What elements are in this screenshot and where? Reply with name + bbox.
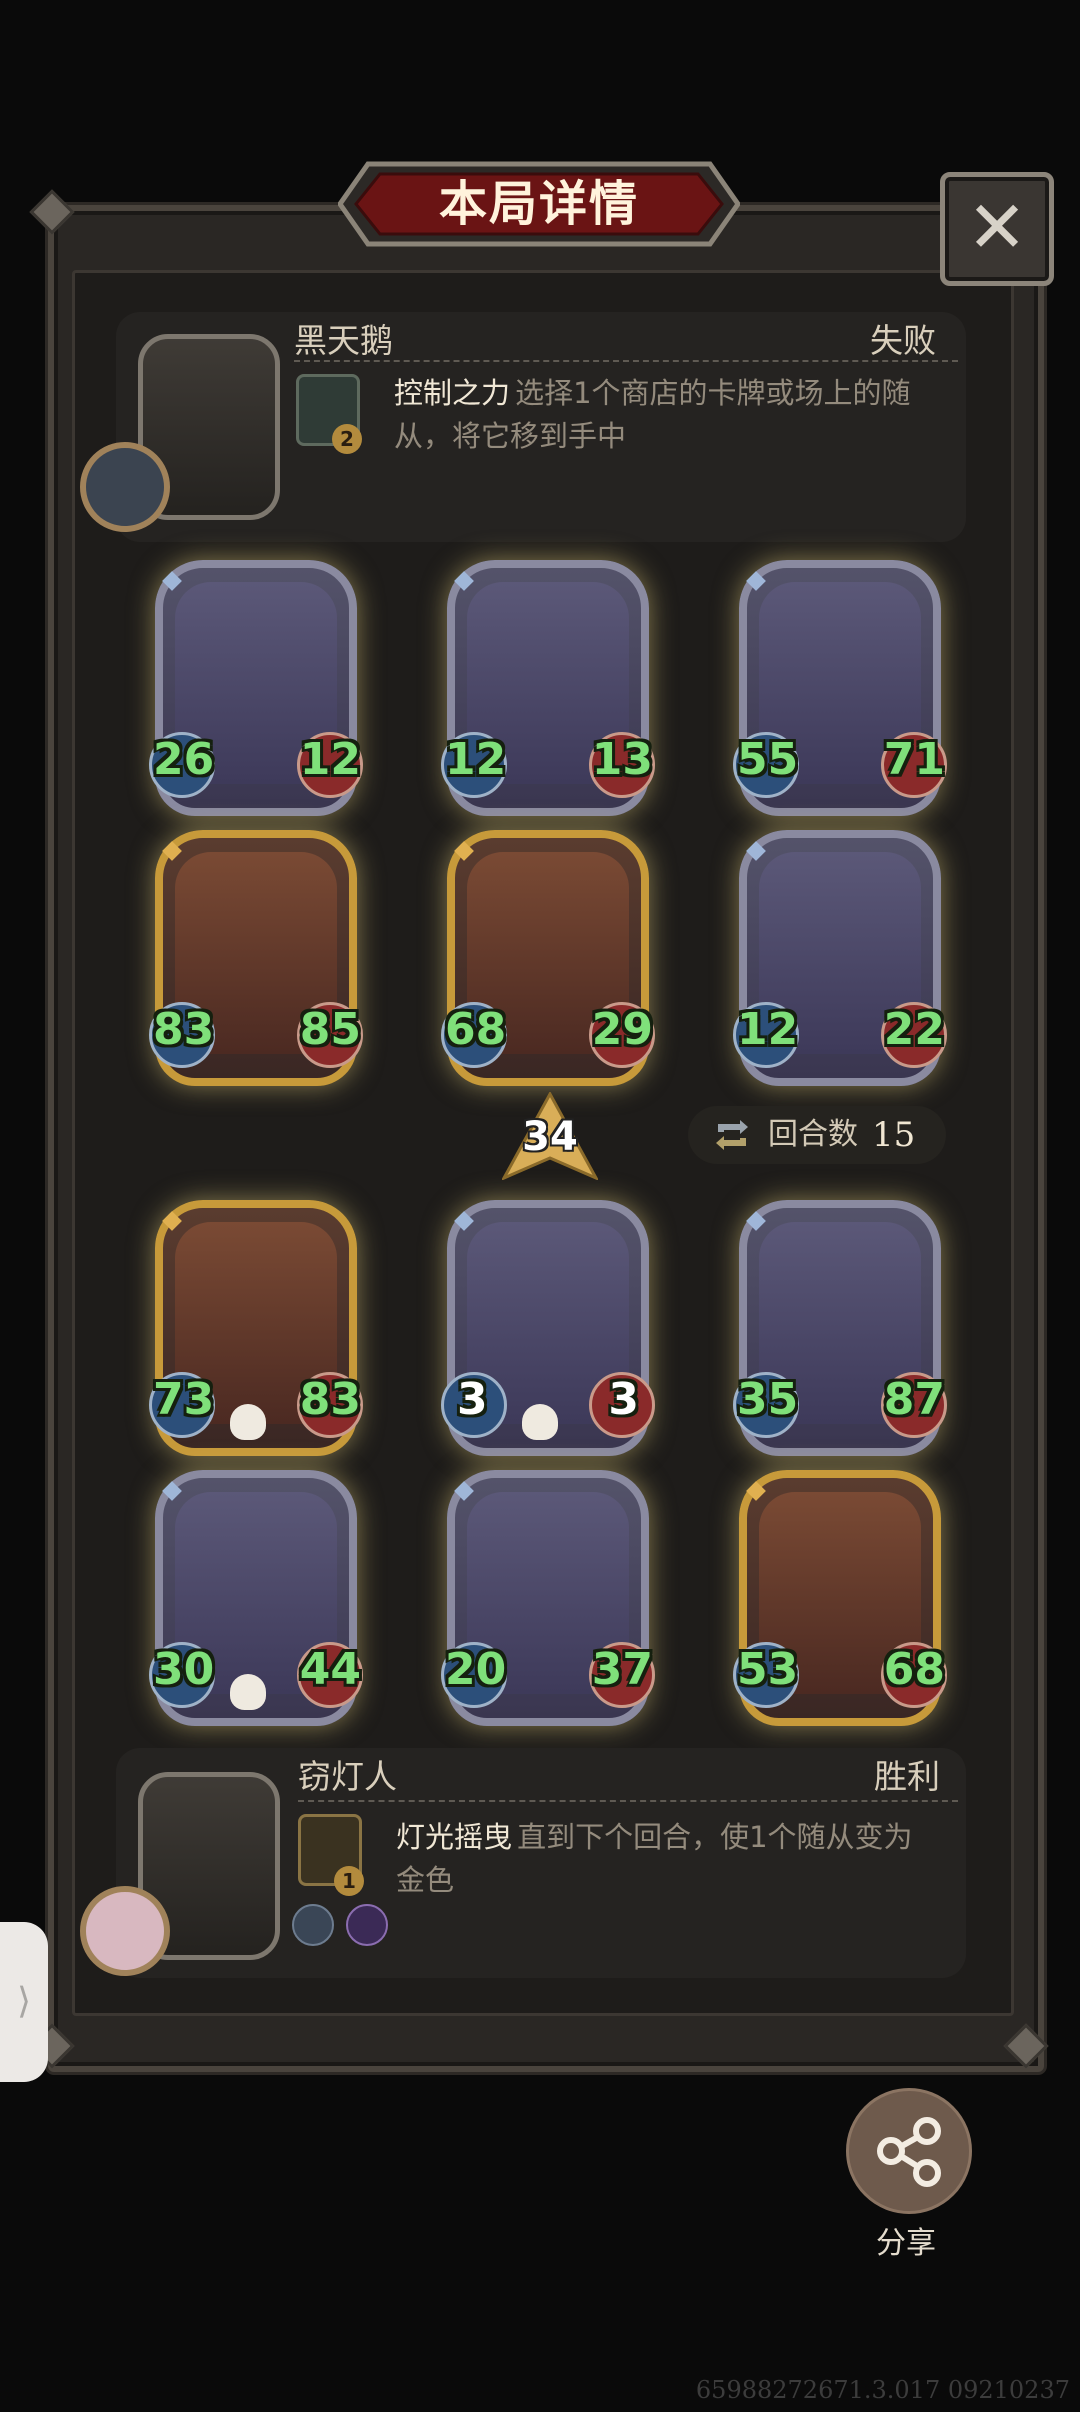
minion-attack: 53 bbox=[737, 1644, 799, 1695]
minion-card[interactable]: 55 71 bbox=[733, 560, 947, 816]
player-result: 胜利 bbox=[874, 1757, 940, 1796]
minion-health: 12 bbox=[299, 734, 361, 785]
minion-card[interactable]: 12 13 bbox=[441, 560, 655, 816]
rounds-value: 15 bbox=[872, 1115, 916, 1155]
page-title: 本局详情 bbox=[438, 176, 639, 232]
side-drawer-handle[interactable]: ⟩ bbox=[0, 1922, 48, 2082]
minion-health: 87 bbox=[883, 1374, 945, 1425]
share-button[interactable] bbox=[846, 2088, 972, 2214]
watermark-id: 65988272671.3.017 09210237 bbox=[695, 2376, 1070, 2404]
deathrattle-skull-icon bbox=[230, 1404, 266, 1440]
share-label: 分享 bbox=[876, 2226, 936, 2261]
minion-health: 37 bbox=[591, 1644, 653, 1695]
chevron-right-icon: ⟩ bbox=[16, 1981, 32, 2022]
share-icon bbox=[877, 2117, 941, 2187]
divider bbox=[298, 1800, 958, 1802]
minion-card[interactable]: 83 85 bbox=[149, 830, 363, 1086]
minion-card[interactable]: 53 68 bbox=[733, 1470, 947, 1726]
minion-health: 83 bbox=[299, 1374, 361, 1425]
minion-attack: 12 bbox=[445, 734, 507, 785]
player-name: 窃灯人 bbox=[298, 1757, 397, 1796]
sword-buff-icon bbox=[292, 1904, 334, 1946]
deathrattle-skull-icon bbox=[230, 1674, 266, 1710]
divider bbox=[294, 360, 958, 362]
title-plaque: 本局详情 bbox=[338, 160, 740, 248]
minion-attack: 73 bbox=[153, 1374, 215, 1425]
minion-attack: 20 bbox=[445, 1644, 507, 1695]
minion-card[interactable]: 33 bbox=[441, 1200, 655, 1456]
hero-power-text: 控制之力 选择1个商店的卡牌或场上的随从，将它移到手中 bbox=[394, 374, 934, 460]
minion-health: 22 bbox=[883, 1004, 945, 1055]
minion-attack: 30 bbox=[153, 1644, 215, 1695]
hero-power-name: 控制之力 bbox=[394, 376, 511, 410]
minion-health: 29 bbox=[591, 1004, 653, 1055]
minion-attack: 3 bbox=[457, 1374, 488, 1425]
tavern-tier-badge: 34 bbox=[500, 1090, 600, 1182]
pig-pocket-watch-icon bbox=[80, 1886, 170, 1976]
gear-buff-icon bbox=[346, 1904, 388, 1946]
tier-value: 34 bbox=[522, 1114, 578, 1160]
minion-health: 13 bbox=[591, 734, 653, 785]
rounds-label: 回合数 bbox=[768, 1117, 858, 1152]
minion-attack: 68 bbox=[445, 1004, 507, 1055]
pocket-watch-icon bbox=[80, 442, 170, 532]
minion-card[interactable]: 35 87 bbox=[733, 1200, 947, 1456]
minion-attack: 26 bbox=[153, 734, 215, 785]
minion-card[interactable]: 20 37 bbox=[441, 1470, 655, 1726]
hero-power-cost: 2 bbox=[332, 424, 362, 454]
close-button[interactable]: ✕ bbox=[940, 172, 1054, 286]
hero-power-text: 灯光摇曳 直到下个回合，使1个随从变为金色 bbox=[396, 1818, 936, 1904]
minion-attack: 55 bbox=[737, 734, 799, 785]
deathrattle-skull-icon bbox=[522, 1404, 558, 1440]
minion-card[interactable]: 12 22 bbox=[733, 830, 947, 1086]
rounds-cycle-icon bbox=[716, 1120, 748, 1150]
minion-health: 68 bbox=[883, 1644, 945, 1695]
minion-health: 85 bbox=[299, 1004, 361, 1055]
minion-attack: 35 bbox=[737, 1374, 799, 1425]
minion-card[interactable]: 73 83 bbox=[149, 1200, 363, 1456]
hero-power-name: 灯光摇曳 bbox=[396, 1820, 513, 1854]
minion-health: 3 bbox=[608, 1374, 639, 1425]
minion-health: 71 bbox=[883, 734, 945, 785]
minion-card[interactable]: 68 29 bbox=[441, 830, 655, 1086]
rounds-counter: 回合数 15 bbox=[688, 1106, 946, 1164]
minion-card[interactable]: 30 44 bbox=[149, 1470, 363, 1726]
player-name: 黑天鹅 bbox=[294, 321, 393, 360]
minion-attack: 12 bbox=[737, 1004, 799, 1055]
close-x-icon: ✕ bbox=[966, 185, 1028, 269]
hero-power-cost: 1 bbox=[334, 1866, 364, 1896]
minion-card[interactable]: 26 12 bbox=[149, 560, 363, 816]
minion-health: 44 bbox=[299, 1644, 361, 1695]
minion-attack: 83 bbox=[153, 1004, 215, 1055]
player-result: 失败 bbox=[870, 321, 936, 360]
